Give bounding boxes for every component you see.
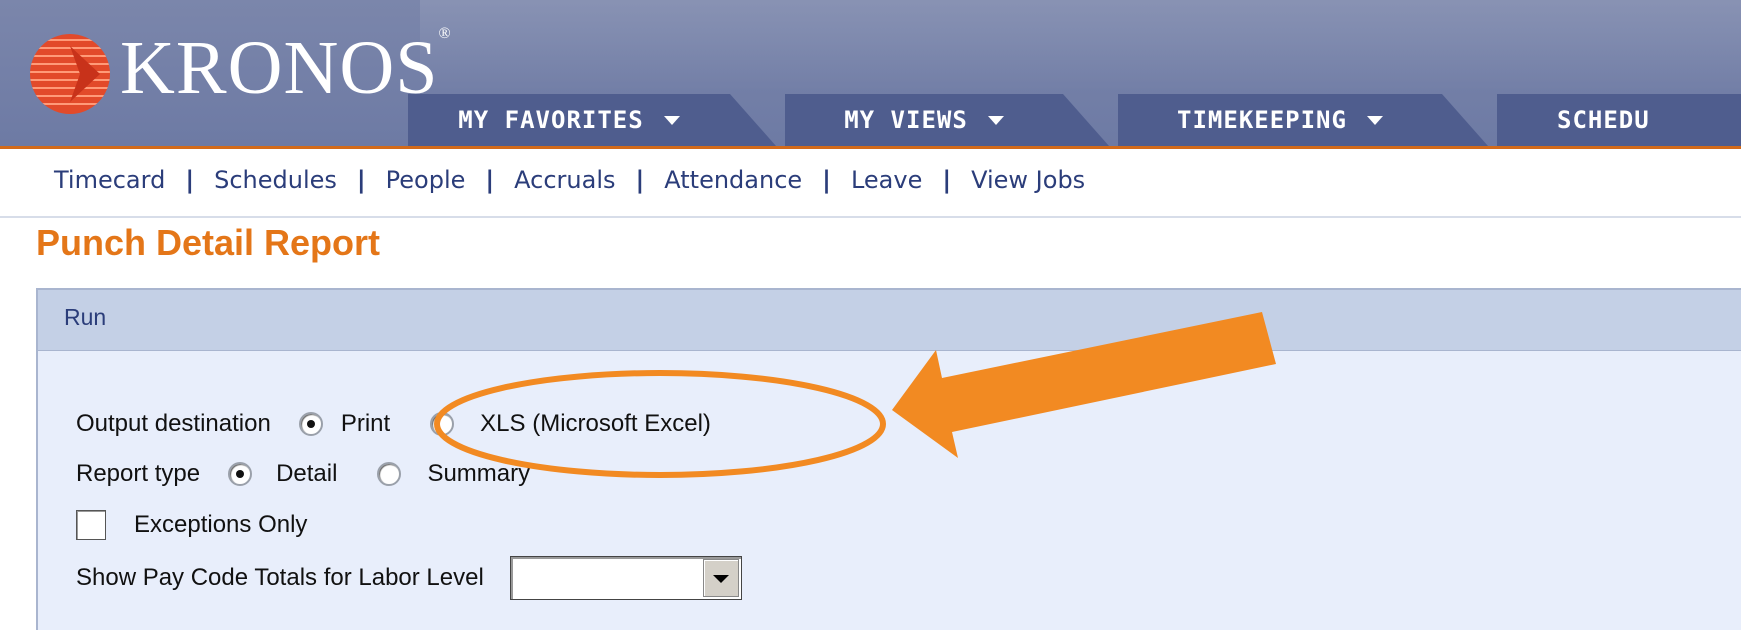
subnav-separator: | (942, 166, 952, 194)
sub-nav: Timecard | Schedules | People | Accruals… (54, 162, 1085, 198)
radio-xls[interactable] (430, 412, 455, 436)
pay-code-totals-row: Show Pay Code Totals for Labor Level (76, 556, 742, 600)
chevron-down-icon[interactable] (702, 559, 739, 597)
subnav-leave[interactable]: Leave (851, 166, 922, 194)
output-destination-label: Output destination (76, 410, 271, 437)
subnav-people[interactable]: People (386, 166, 466, 194)
header-shine (420, 0, 1741, 92)
tab-my-views[interactable]: MY VIEWS (785, 94, 1109, 146)
tab-scheduling[interactable]: SCHEDU (1497, 94, 1741, 146)
subnav-attendance[interactable]: Attendance (664, 166, 802, 194)
labor-level-select[interactable] (509, 556, 742, 600)
chevron-down-icon (1366, 115, 1383, 125)
chevron-down-icon (987, 115, 1004, 125)
output-destination-row: Output destination Print XLS (Microsoft … (76, 410, 711, 438)
subnav-separator: | (635, 166, 645, 194)
kronos-logo[interactable]: KRONOS ® (24, 25, 451, 120)
report-type-row: Report type Detail Summary (76, 460, 530, 488)
radio-print[interactable] (298, 412, 323, 436)
tab-label: TIMEKEEPING (1177, 106, 1347, 134)
tab-label: SCHEDU (1557, 106, 1650, 134)
subnav-separator: | (356, 166, 366, 194)
subnav-timecard[interactable]: Timecard (54, 166, 165, 194)
header-divider (0, 146, 1741, 149)
radio-detail-label: Detail (276, 460, 338, 487)
tab-label: MY VIEWS (844, 106, 968, 134)
subnav-separator: | (485, 166, 495, 194)
tab-timekeeping[interactable]: TIMEKEEPING (1118, 94, 1488, 146)
chevron-down-icon (663, 115, 680, 125)
report-type-label: Report type (76, 460, 201, 487)
exceptions-only-row: Exceptions Only (76, 510, 307, 540)
radio-summary-label: Summary (427, 460, 531, 487)
exceptions-only-label: Exceptions Only (134, 511, 308, 538)
logo-text: KRONOS (120, 26, 439, 110)
page-title: Punch Detail Report (36, 222, 381, 263)
tab-label: MY FAVORITES (458, 106, 644, 134)
kronos-logo-icon (30, 34, 110, 114)
panel-header: Run (38, 290, 1741, 351)
radio-detail[interactable] (228, 462, 253, 486)
subnav-accruals[interactable]: Accruals (514, 166, 615, 194)
subnav-schedules[interactable]: Schedules (214, 166, 337, 194)
pay-code-totals-label: Show Pay Code Totals for Labor Level (76, 564, 484, 591)
panel-title: Run (64, 304, 107, 330)
subnav-divider (0, 216, 1741, 218)
tab-my-favorites[interactable]: MY FAVORITES (408, 94, 776, 146)
run-panel: Run Output destination Print XLS (Micros… (36, 288, 1741, 630)
radio-xls-label: XLS (Microsoft Excel) (480, 410, 711, 437)
main-nav: MY FAVORITES MY VIEWS TIMEKEEPING SCHEDU (408, 94, 1741, 146)
registered-mark-icon: ® (438, 25, 451, 42)
subnav-separator: | (185, 166, 195, 194)
radio-print-label: Print (340, 410, 391, 437)
exceptions-only-checkbox[interactable] (76, 510, 106, 540)
radio-summary[interactable] (377, 462, 402, 486)
subnav-view-jobs[interactable]: View Jobs (971, 166, 1085, 194)
subnav-separator: | (822, 166, 831, 194)
app-header: KRONOS ® MY FAVORITES MY VIEWS TIMEKEEPI… (0, 0, 1741, 148)
